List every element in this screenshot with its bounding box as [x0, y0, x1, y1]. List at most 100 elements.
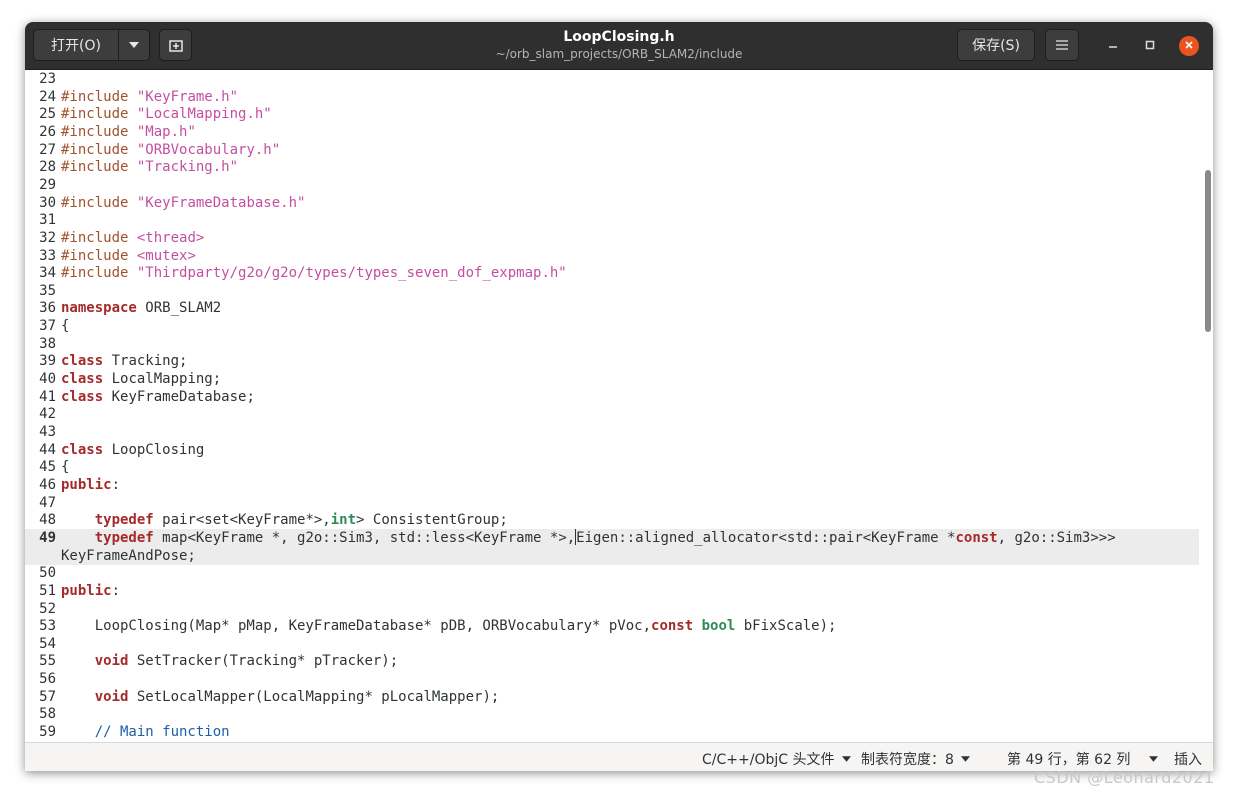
code-line[interactable]: 53 LoopClosing(Map* pMap, KeyFrameDataba…: [25, 617, 1199, 635]
line-number: 45: [39, 459, 56, 476]
line-number: 57: [39, 688, 56, 705]
cursor-position-label: 第 49 行，第 62 列: [1007, 752, 1131, 768]
line-number: 43: [39, 424, 56, 440]
code-text: #include "Tracking.h": [61, 159, 239, 176]
line-number: 50: [39, 565, 56, 582]
line-number: 32: [39, 229, 56, 246]
code-line[interactable]: 34 #include "Thirdparty/g2o/g2o/types/typ…: [25, 264, 1199, 282]
code-text: // Main function: [94, 724, 230, 741]
code-line[interactable]: 38: [25, 335, 1199, 353]
hamburger-menu-icon: [1056, 40, 1068, 50]
line-number: 34: [39, 265, 56, 282]
status-bar: C/C++/ObjC 头文件 制表符宽度：8 第 49 行，第 62 列 插入: [25, 742, 1213, 771]
chevron-down-icon: [1148, 756, 1158, 762]
line-number: 49: [39, 529, 56, 546]
code-line[interactable]: 27 #include "ORBVocabulary.h": [25, 141, 1199, 159]
code-line[interactable]: 57 void SetLocalMapper(LocalMapping* pLo…: [25, 688, 1199, 706]
code-line[interactable]: 31: [25, 211, 1199, 229]
code-line[interactable]: 30 #include "KeyFrameDatabase.h": [25, 194, 1199, 212]
line-number: 58: [39, 706, 56, 723]
code-line[interactable]: 36 namespace ORB_SLAM2: [25, 299, 1199, 317]
code-line[interactable]: 25 #include "LocalMapping.h": [25, 105, 1199, 123]
open-menu-button[interactable]: [118, 29, 150, 61]
code-line[interactable]: 50: [25, 564, 1199, 582]
code-line[interactable]: 43: [25, 423, 1199, 441]
line-number: 39: [39, 353, 56, 370]
line-number: 53: [39, 618, 56, 635]
close-button[interactable]: [1179, 36, 1199, 56]
vertical-scrollbar[interactable]: [1205, 170, 1211, 332]
code-line[interactable]: 55 void SetTracker(Tracking* pTracker);: [25, 652, 1199, 670]
code-text: public:: [61, 476, 121, 493]
code-line[interactable]: 51 public:: [25, 582, 1199, 600]
code-line[interactable]: 41 class KeyFrameDatabase;: [25, 388, 1199, 406]
code-line[interactable]: 56: [25, 670, 1199, 688]
code-text: class KeyFrameDatabase;: [61, 388, 255, 405]
cursor-position[interactable]: 第 49 行，第 62 列: [1007, 749, 1158, 769]
menu-button[interactable]: [1045, 29, 1079, 61]
code-line[interactable]: 33 #include <mutex>: [25, 247, 1199, 265]
maximize-button[interactable]: [1140, 36, 1160, 56]
code-line[interactable]: 37 {: [25, 317, 1199, 335]
text-cursor: [575, 528, 577, 545]
code-line[interactable]: 47: [25, 494, 1199, 512]
save-button-label: 保存(S): [972, 38, 1020, 54]
code-line[interactable]: 35: [25, 282, 1199, 300]
code-line[interactable]: KeyFrameAndPose;: [25, 546, 1199, 565]
line-number: 41: [39, 388, 56, 405]
code-line[interactable]: 23: [25, 70, 1199, 88]
code-text: {: [61, 318, 70, 335]
code-text: #include <thread>: [61, 229, 205, 246]
line-number: 52: [39, 600, 56, 617]
line-number: 46: [39, 476, 56, 493]
open-button[interactable]: 打开(O): [33, 29, 119, 61]
code-line[interactable]: 44 class LoopClosing: [25, 441, 1199, 459]
code-line[interactable]: 52: [25, 600, 1199, 618]
code-text: void SetTracker(Tracking* pTracker);: [94, 653, 399, 670]
code-line[interactable]: 39 class Tracking;: [25, 352, 1199, 370]
line-number: 51: [39, 582, 56, 599]
line-number: 56: [39, 671, 56, 688]
code-editor[interactable]: 23 24 #include "KeyFrame.h" 25 #include "Loc…: [25, 70, 1213, 742]
minimize-button[interactable]: [1103, 36, 1123, 56]
new-tab-button[interactable]: [159, 29, 192, 61]
code-text: public:: [61, 582, 121, 599]
code-line[interactable]: 59 // Main function: [25, 723, 1199, 741]
code-line[interactable]: 28 #include "Tracking.h": [25, 158, 1199, 176]
code-text: #include "KeyFrame.h": [61, 88, 239, 105]
code-line[interactable]: 24 #include "KeyFrame.h": [25, 88, 1199, 106]
save-button[interactable]: 保存(S): [957, 29, 1035, 61]
code-line[interactable]: 32 #include <thread>: [25, 229, 1199, 247]
insert-mode-indicator[interactable]: 插入: [1174, 749, 1202, 769]
code-line[interactable]: 48 typedef pair<set<KeyFrame*>,int> Cons…: [25, 511, 1199, 529]
line-number: 23: [39, 71, 56, 87]
line-number: 26: [39, 123, 56, 140]
code-line[interactable]: 42: [25, 405, 1199, 423]
code-text: #include "Map.h": [61, 123, 196, 140]
line-number: 55: [39, 653, 56, 670]
code-text: void SetLocalMapper(LocalMapping* pLocal…: [94, 688, 500, 705]
line-number: 24: [39, 88, 56, 105]
line-number: 38: [39, 335, 56, 352]
code-line[interactable]: 26 #include "Map.h": [25, 123, 1199, 141]
code-line[interactable]: 54: [25, 635, 1199, 653]
code-text: KeyFrameAndPose;: [61, 547, 196, 564]
line-number: 40: [39, 371, 56, 388]
code-text: #include "LocalMapping.h": [61, 106, 272, 123]
language-label: C/C++/ObjC 头文件: [702, 752, 835, 768]
code-line[interactable]: 49 typedef map<KeyFrame *, g2o::Sim3, st…: [25, 528, 1199, 547]
code-text: typedef pair<set<KeyFrame*>,int> Consist…: [94, 512, 508, 529]
code-line[interactable]: 29: [25, 176, 1199, 194]
language-selector[interactable]: C/C++/ObjC 头文件: [702, 749, 851, 769]
minimize-icon: [1109, 46, 1117, 48]
code-line[interactable]: 58: [25, 705, 1199, 723]
tab-width-selector[interactable]: 制表符宽度：8: [861, 749, 971, 769]
code-text: #include "KeyFrameDatabase.h": [61, 194, 306, 211]
line-number: 44: [39, 441, 56, 458]
header-bar: 打开(O) LoopClosing.h ~/orb_slam_projects/…: [25, 22, 1213, 70]
chevron-down-icon: [129, 42, 139, 48]
code-line[interactable]: 46 public:: [25, 476, 1199, 494]
code-line[interactable]: 45 {: [25, 458, 1199, 476]
line-number: 37: [39, 318, 56, 335]
code-line[interactable]: 40 class LocalMapping;: [25, 370, 1199, 388]
